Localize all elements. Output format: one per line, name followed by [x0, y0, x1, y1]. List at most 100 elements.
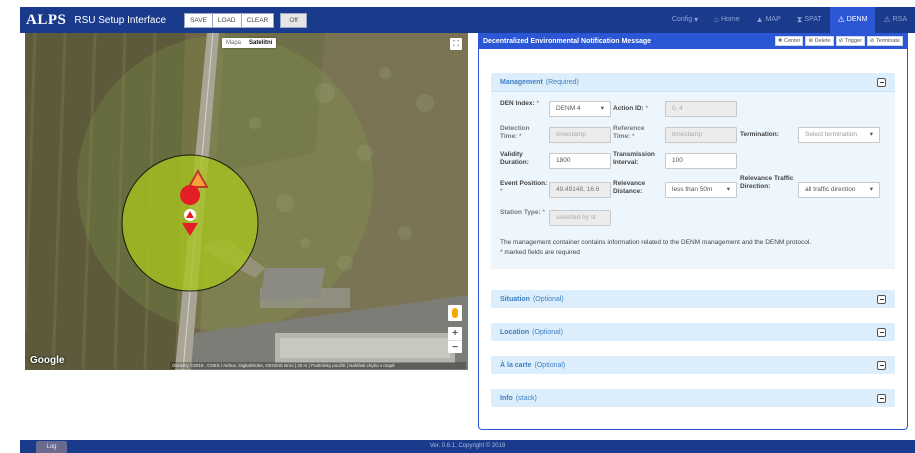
required-mark: * — [632, 132, 635, 140]
terminate-button[interactable]: ⊘ Terminate — [866, 36, 903, 46]
delete-button[interactable]: ⊗ Delete — [805, 36, 834, 46]
collapse-icon[interactable] — [877, 327, 886, 337]
section-tag: (Required) — [545, 78, 579, 86]
action-id-label-text: Action ID: — [613, 105, 644, 112]
panel-header: Decentralized Environmental Notification… — [479, 33, 907, 49]
collapse-icon[interactable] — [877, 77, 886, 87]
plus-icon: ✚ — [777, 38, 783, 44]
required-mark: * — [645, 105, 649, 112]
event-position-label-text: Event Position: — [500, 180, 548, 187]
save-button[interactable]: SAVE — [184, 12, 213, 28]
validity-duration-input[interactable]: 1800 — [549, 153, 611, 169]
on-off-toggle[interactable]: Off — [280, 12, 307, 28]
map-type-toggle: Mapa Satelitní — [222, 38, 277, 48]
a-la-carte-header[interactable]: À la carte (Optional) — [491, 356, 895, 374]
nav-spat[interactable]: ⧗ SPAT — [789, 7, 830, 33]
zoom-out-button[interactable]: − — [448, 340, 462, 353]
transmission-interval-label: Transmission Interval: — [613, 151, 665, 166]
ban-icon: ⊘ — [838, 38, 844, 44]
reference-time-field[interactable]: timestamp — [665, 127, 737, 143]
trigger-button[interactable]: ⊘ Trigger — [835, 36, 865, 46]
den-index-label-text: DEN Index: — [500, 100, 535, 107]
section-name: Location — [500, 328, 530, 336]
nav-map[interactable]: ▲ MAP — [748, 7, 789, 33]
detection-time-field[interactable]: timestamp — [549, 127, 611, 143]
relevance-direction-label-text: Relevance Traffic Direction: — [740, 175, 794, 190]
nav-map-label: MAP — [765, 16, 781, 23]
map-icon: ▲ — [755, 15, 764, 24]
location-header[interactable]: Location (Optional) — [491, 323, 895, 341]
required-mark: * — [519, 132, 522, 140]
collapse-icon[interactable] — [877, 393, 886, 403]
relevance-direction-select[interactable]: all traffic direction — [798, 182, 880, 198]
section-name: Info — [500, 394, 513, 402]
transmission-interval-input[interactable]: 100 — [665, 153, 737, 169]
hourglass-icon: ⧗ — [796, 15, 803, 24]
section-name: Situation — [500, 295, 530, 303]
event-position-label: Event Position: * — [500, 180, 548, 195]
nav-config-label: Config — [671, 16, 693, 23]
info-header[interactable]: Info (stack) — [491, 389, 895, 407]
zoom-in-button[interactable]: + — [448, 327, 462, 340]
relevance-distance-select[interactable]: less than 50m — [665, 182, 737, 198]
section-name: À la carte — [500, 361, 532, 369]
satellite-map[interactable]: Mapa Satelitní ⛶ + − Google Obrázky ©201… — [25, 33, 468, 370]
center-button[interactable]: ✚ Center — [774, 36, 804, 46]
delete-button-label: Delete — [814, 38, 831, 44]
nav-denm[interactable]: ⚠ DENM — [829, 7, 876, 33]
pegman-icon[interactable] — [448, 305, 462, 321]
home-icon: ⌂ — [714, 15, 719, 24]
location-section: Location (Optional) — [491, 323, 895, 341]
fullscreen-icon[interactable]: ⛶ — [450, 38, 462, 50]
termination-select[interactable]: Select termination — [798, 127, 880, 143]
load-button[interactable]: LOAD — [212, 12, 242, 28]
nav-denm-label: DENM — [846, 16, 868, 23]
ban-icon: ⊘ — [869, 38, 875, 44]
section-tag: (stack) — [515, 394, 537, 402]
collapse-icon[interactable] — [877, 360, 886, 370]
chevron-down-icon: ▾ — [694, 15, 699, 24]
warning-icon: ⚠ — [837, 15, 845, 24]
detection-time-label: Detection Time: * — [500, 125, 548, 140]
den-index-select[interactable]: DENM 4 — [549, 101, 611, 117]
validity-duration-label-text: Validity Duration: — [500, 151, 529, 166]
relevance-direction-label: Relevance Traffic Direction: — [740, 175, 796, 190]
footer-bar: Log Ver. 0.6.1, Copyright © 2018 — [20, 440, 915, 453]
termination-label: Termination: — [740, 131, 779, 139]
station-type-label-text: Station Type: — [500, 209, 541, 216]
section-name: Management — [500, 78, 543, 86]
reference-time-label: Reference Time: * — [613, 125, 661, 140]
required-mark: * — [542, 209, 546, 216]
nav-home-label: Home — [720, 16, 740, 23]
panel-title: Decentralized Environmental Notification… — [483, 37, 652, 45]
denm-panel: Decentralized Environmental Notification… — [478, 33, 908, 430]
clear-button[interactable]: CLEAR — [241, 12, 275, 28]
map-type-satellite[interactable]: Satelitní — [245, 38, 276, 48]
action-id-label: Action ID: * — [613, 105, 648, 113]
app-title: RSU Setup Interface — [74, 14, 167, 26]
nav-config[interactable]: Config ▾ — [664, 7, 706, 33]
nav-rsa[interactable]: ⚠ RSA — [875, 7, 915, 33]
event-position-field[interactable]: 49.49148, 16.6 — [549, 182, 611, 198]
management-body: DEN Index: * DENM 4 Action ID: * 0, 4 De… — [491, 91, 895, 269]
collapse-icon[interactable] — [877, 294, 886, 304]
app-root: ALPS RSU Setup Interface SAVE LOAD CLEAR… — [0, 0, 915, 453]
section-tag: (Optional) — [534, 361, 566, 369]
situation-header[interactable]: Situation (Optional) — [491, 290, 895, 308]
map-type-mapa[interactable]: Mapa — [222, 38, 245, 48]
center-button-label: Center — [783, 38, 801, 44]
info-section: Info (stack) — [491, 389, 895, 407]
station-type-field[interactable]: selected by st — [549, 210, 611, 226]
nav-home[interactable]: ⌂ Home — [706, 7, 748, 33]
action-id-field[interactable]: 0, 4 — [665, 101, 737, 117]
situation-section: Situation (Optional) — [491, 290, 895, 308]
trigger-button-label: Trigger — [844, 38, 862, 44]
file-button-group: SAVE LOAD CLEAR — [184, 12, 275, 28]
warning-icon: ⚠ — [883, 15, 891, 24]
transmission-interval-label-text: Transmission Interval: — [613, 151, 655, 166]
management-header[interactable]: Management (Required) — [491, 73, 895, 91]
zoom-control: + − — [448, 327, 462, 353]
terminate-button-label: Terminate — [875, 38, 900, 44]
note-required: * marked fields are required — [500, 249, 580, 256]
reference-time-label-text: Reference Time: — [613, 125, 645, 140]
